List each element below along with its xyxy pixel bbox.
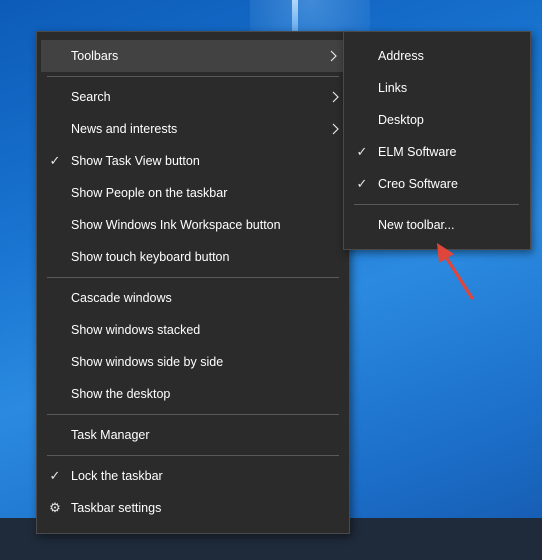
menu-item-cascade-windows[interactable]: Cascade windows — [37, 282, 349, 314]
menu-item-label: Show Task View button — [71, 154, 200, 168]
menu-item-label: Show the desktop — [71, 387, 171, 401]
menu-item-show-desktop[interactable]: Show the desktop — [37, 378, 349, 410]
menu-item-label: Show Windows Ink Workspace button — [71, 218, 281, 232]
annotation-arrow — [437, 243, 474, 300]
checkmark-icon: ✓ — [49, 153, 61, 168]
menu-item-label: Task Manager — [71, 428, 150, 442]
menu-item-label: News and interests — [71, 122, 178, 136]
submenu-item-address[interactable]: Address — [344, 40, 530, 72]
toolbars-submenu: Address Links Desktop ✓ ELM Software ✓ C… — [343, 31, 531, 250]
menu-item-label: Toolbars — [71, 49, 119, 63]
submenu-item-new-toolbar[interactable]: New toolbar... — [344, 209, 530, 241]
chevron-right-icon — [332, 91, 339, 103]
menu-item-show-ink-workspace[interactable]: Show Windows Ink Workspace button — [37, 209, 349, 241]
menu-item-label: Creo Software — [378, 177, 458, 191]
menu-item-show-touch-keyboard[interactable]: Show touch keyboard button — [37, 241, 349, 273]
taskbar-context-menu: Toolbars Search News and interests ✓ Sho… — [36, 31, 350, 534]
menu-separator — [354, 204, 519, 205]
menu-item-label: Show windows side by side — [71, 355, 224, 369]
menu-separator — [47, 455, 339, 456]
chevron-right-icon — [330, 50, 337, 62]
submenu-item-elm-software[interactable]: ✓ ELM Software — [344, 136, 530, 168]
menu-item-label: Show windows stacked — [71, 323, 201, 337]
menu-item-windows-side-by-side[interactable]: Show windows side by side — [37, 346, 349, 378]
submenu-item-links[interactable]: Links — [344, 72, 530, 104]
menu-item-label: Cascade windows — [71, 291, 172, 305]
menu-item-label: Lock the taskbar — [71, 469, 163, 483]
menu-item-toolbars[interactable]: Toolbars — [41, 40, 343, 72]
submenu-item-desktop[interactable]: Desktop — [344, 104, 530, 136]
menu-item-label: Taskbar settings — [71, 501, 162, 515]
menu-item-show-people[interactable]: Show People on the taskbar — [37, 177, 349, 209]
menu-item-label: Desktop — [378, 113, 424, 127]
menu-item-show-task-view[interactable]: ✓ Show Task View button — [37, 145, 349, 177]
menu-item-label: Show touch keyboard button — [71, 250, 230, 264]
menu-item-windows-stacked[interactable]: Show windows stacked — [37, 314, 349, 346]
menu-item-news-and-interests[interactable]: News and interests — [37, 113, 349, 145]
menu-item-lock-taskbar[interactable]: ✓ Lock the taskbar — [37, 460, 349, 492]
checkmark-icon: ✓ — [49, 468, 61, 483]
menu-item-label: Address — [378, 49, 424, 63]
gear-icon: ⚙ — [49, 500, 61, 515]
menu-item-label: ELM Software — [378, 145, 457, 159]
submenu-item-creo-software[interactable]: ✓ Creo Software — [344, 168, 530, 200]
menu-item-label: Links — [378, 81, 408, 95]
checkmark-icon: ✓ — [356, 176, 368, 191]
menu-item-label: Search — [71, 90, 111, 104]
menu-item-taskbar-settings[interactable]: ⚙ Taskbar settings — [37, 492, 349, 524]
menu-separator — [47, 414, 339, 415]
menu-separator — [47, 76, 339, 77]
chevron-right-icon — [332, 123, 339, 135]
menu-item-label: New toolbar... — [378, 218, 455, 232]
menu-item-label: Show People on the taskbar — [71, 186, 228, 200]
checkmark-icon: ✓ — [356, 144, 368, 159]
menu-item-task-manager[interactable]: Task Manager — [37, 419, 349, 451]
menu-separator — [47, 277, 339, 278]
menu-item-search[interactable]: Search — [37, 81, 349, 113]
